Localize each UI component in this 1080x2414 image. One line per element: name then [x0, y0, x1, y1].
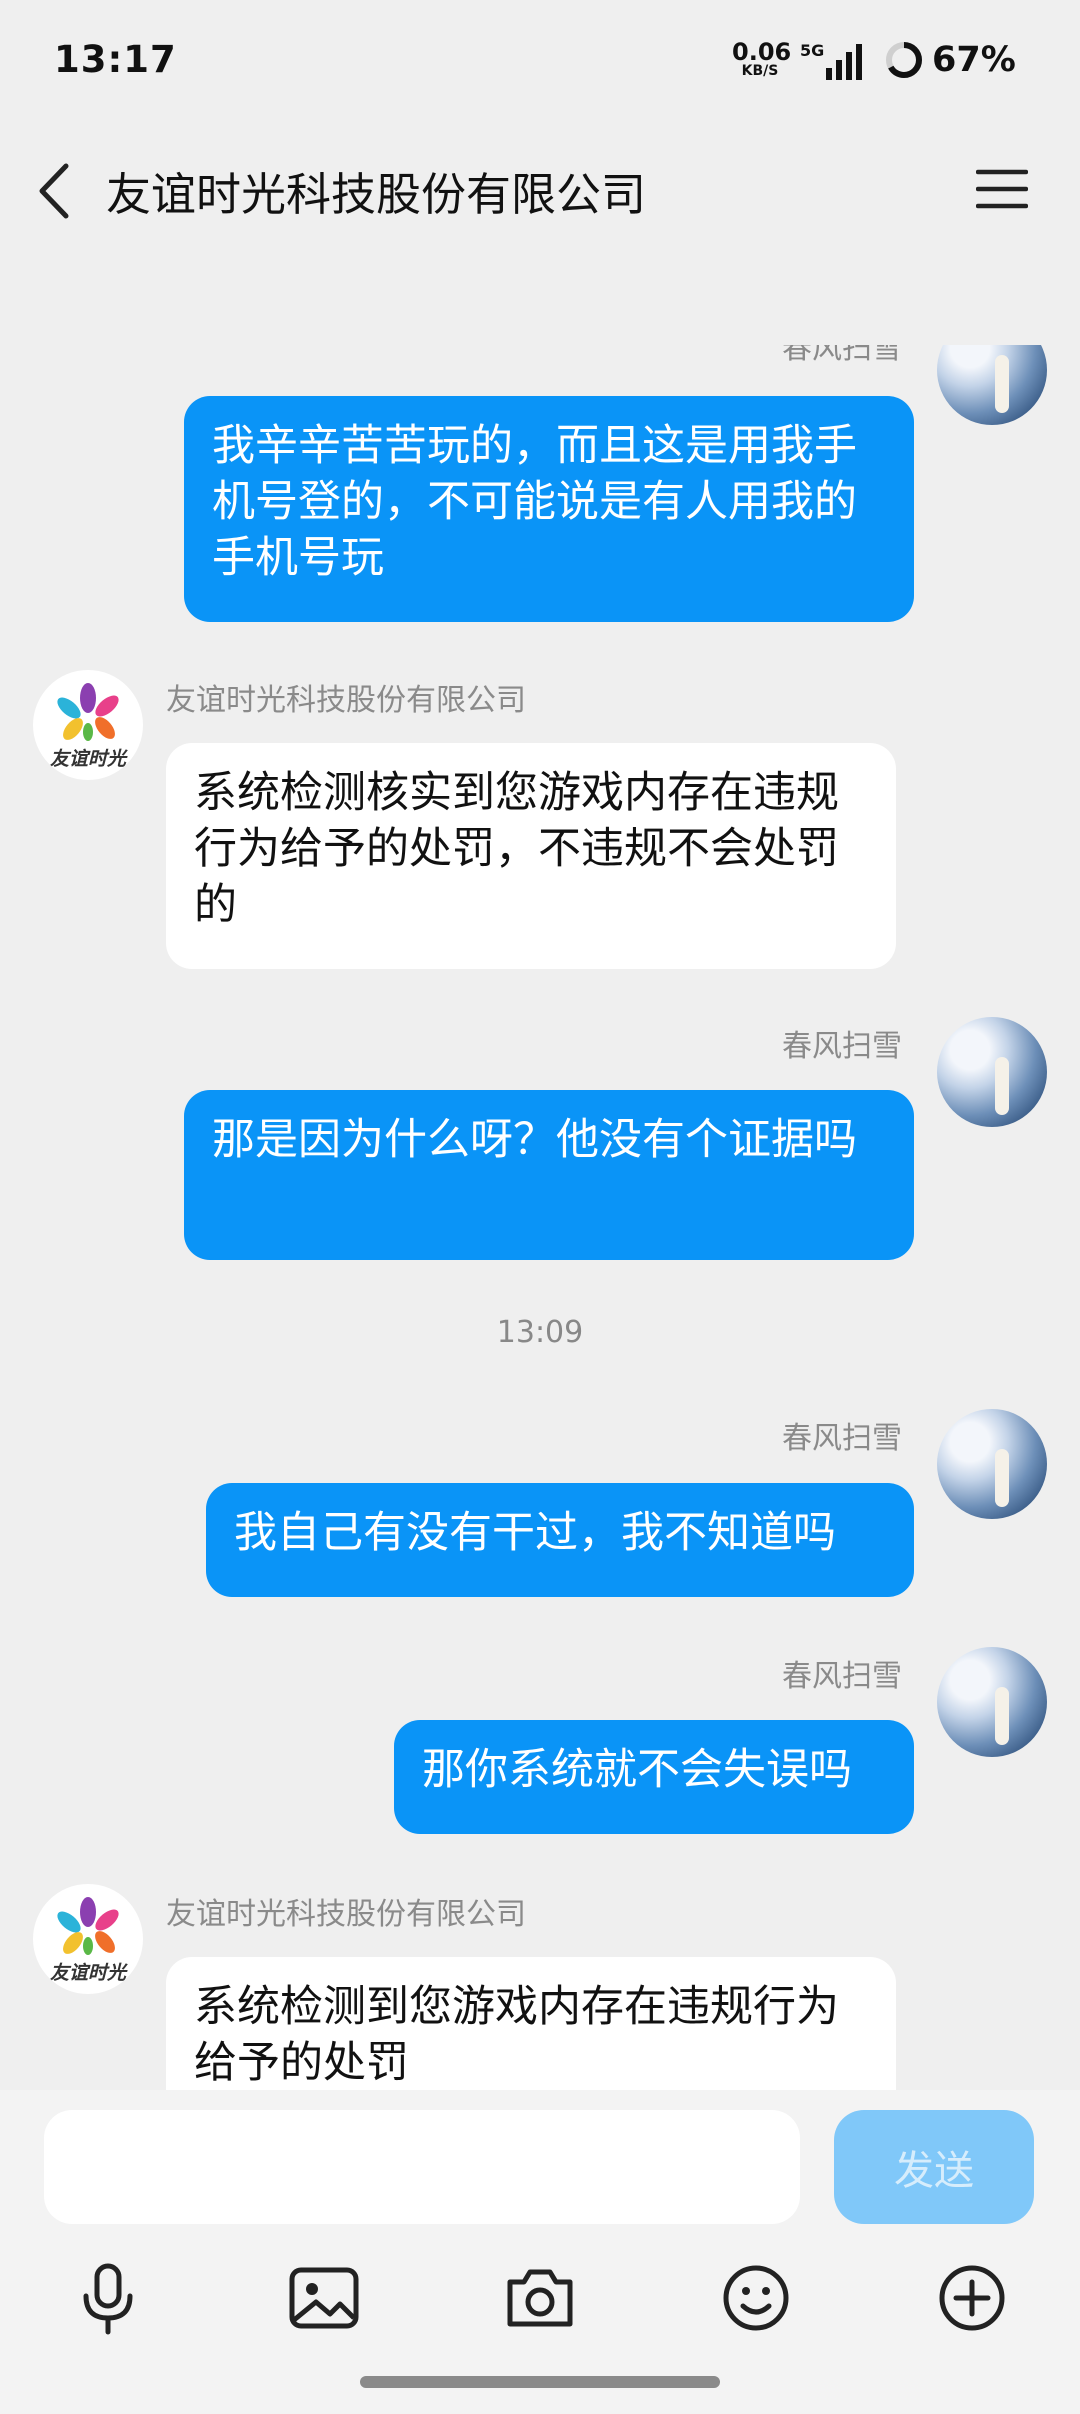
- user-avatar[interactable]: [937, 1647, 1047, 1757]
- message-bubble[interactable]: 那是因为什么呀？他没有个证据吗: [184, 1090, 914, 1260]
- status-time: 13:17: [54, 38, 177, 81]
- company-logo-text: 友谊时光: [49, 748, 126, 770]
- sender-name: 友谊时光科技股份有限公司: [166, 1897, 526, 1932]
- camera-icon[interactable]: [500, 2258, 580, 2338]
- plus-icon[interactable]: [932, 2258, 1012, 2338]
- sender-name: 友谊时光科技股份有限公司: [166, 683, 526, 718]
- back-icon[interactable]: [34, 158, 74, 224]
- message-bubble[interactable]: 我辛辛苦苦玩的，而且这是用我手机号登的，不可能说是有人用我的手机号玩: [184, 396, 914, 622]
- company-logo-text: 友谊时光: [49, 1962, 126, 1984]
- message-bubble[interactable]: 那你系统就不会失误吗: [394, 1720, 914, 1834]
- message-bubble[interactable]: 系统检测核实到您游戏内存在违规行为给予的处罚，不违规不会处罚的: [166, 743, 896, 969]
- network-type-label: 5G: [800, 41, 824, 60]
- sender-name: 春风扫雪: [782, 1421, 902, 1456]
- network-speed-unit: KB/S: [741, 63, 779, 79]
- sender-name: 春风扫雪: [782, 1659, 902, 1694]
- message-bubble[interactable]: 系统检测到您游戏内存在违规行为给予的处罚: [166, 1957, 896, 2090]
- user-avatar[interactable]: [937, 345, 1047, 425]
- emoji-icon[interactable]: [716, 2258, 796, 2338]
- company-avatar[interactable]: 友谊时光: [33, 1884, 143, 1994]
- network-speed: 0.06 KB/S: [732, 38, 792, 79]
- user-avatar[interactable]: [937, 1017, 1047, 1127]
- chat-title: 友谊时光科技股份有限公司: [106, 168, 647, 221]
- message-timestamp: 13:09: [496, 1315, 584, 1350]
- battery-icon: [884, 40, 924, 84]
- company-logo-icon: [57, 683, 119, 741]
- message-input[interactable]: [44, 2110, 800, 2224]
- message-bubble[interactable]: 我自己有没有干过，我不知道吗: [206, 1483, 914, 1597]
- company-logo-icon: [57, 1897, 119, 1955]
- user-avatar[interactable]: [937, 1409, 1047, 1519]
- input-bar: 发送: [0, 2090, 1080, 2414]
- company-avatar[interactable]: 友谊时光: [33, 670, 143, 780]
- network-speed-value: 0.06: [732, 38, 792, 66]
- sender-name: 春风扫雪: [782, 345, 902, 366]
- microphone-icon[interactable]: [68, 2258, 148, 2338]
- send-button[interactable]: 发送: [834, 2110, 1034, 2224]
- home-indicator[interactable]: [360, 2376, 720, 2388]
- message-list[interactable]: 春风扫雪 我辛辛苦苦玩的，而且这是用我手机号登的，不可能说是有人用我的手机号玩 …: [0, 345, 1080, 2090]
- battery-percentage: 67%: [932, 40, 1016, 80]
- sender-name: 春风扫雪: [782, 1029, 902, 1064]
- image-icon[interactable]: [284, 2258, 364, 2338]
- menu-icon[interactable]: [975, 166, 1029, 212]
- status-bar: 13:17 0.06 KB/S 5G 67%: [0, 0, 1080, 120]
- signal-icon: 5G: [800, 40, 872, 86]
